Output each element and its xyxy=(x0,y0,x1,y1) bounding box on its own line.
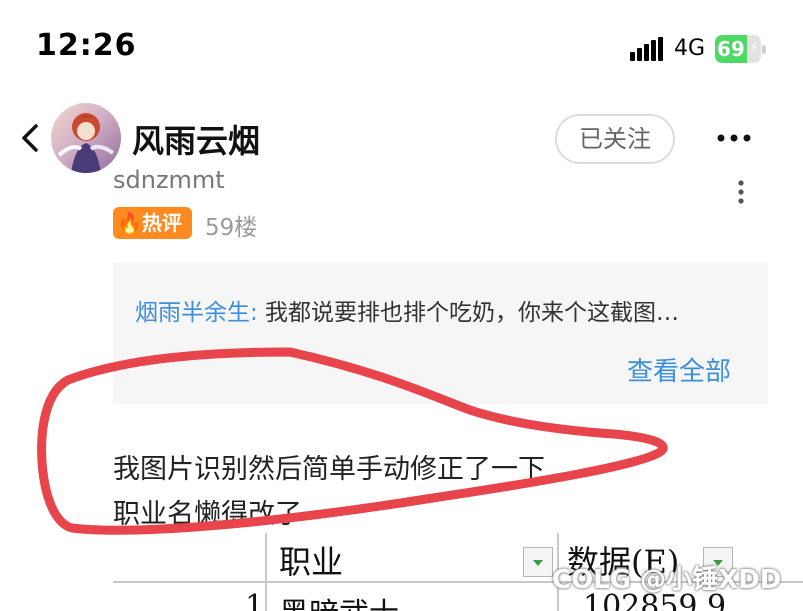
battery-charging-icon: 69 ⚡ xyxy=(715,35,767,63)
sheet-header-job: 职业 xyxy=(279,543,344,581)
dropdown-filter-icon xyxy=(523,547,553,577)
more-vertical-icon[interactable] xyxy=(732,180,750,204)
flame-icon: 🔥 xyxy=(117,211,142,235)
cellular-signal-icon xyxy=(630,37,663,61)
sheet-row-job: 黑暗武士 xyxy=(279,589,399,611)
quoted-reply[interactable]: 烟雨半余生: 我都说要排也排个吃奶，你来个这截图… 查看全部 xyxy=(113,263,768,404)
battery-percent: 69 xyxy=(717,37,745,61)
avatar[interactable] xyxy=(51,103,121,173)
chevron-left-icon[interactable] xyxy=(14,118,48,158)
watermark: COLG @小锤XDD xyxy=(552,565,782,595)
comment-body-line-1: 我图片识别然后简单手动修正了一下 xyxy=(113,454,545,485)
battery-cap xyxy=(762,45,766,54)
more-horizontal-icon[interactable] xyxy=(716,126,752,150)
status-bar: 12:26 4G 69 ⚡ xyxy=(0,0,803,96)
bolt-icon: ⚡ xyxy=(749,40,759,56)
network-type: 4G xyxy=(674,36,706,61)
view-all-link[interactable]: 查看全部 xyxy=(627,351,731,388)
sheet-grid-line xyxy=(265,533,267,611)
hot-badge-label: 热评 xyxy=(141,211,182,235)
user-name[interactable]: 风雨云烟 xyxy=(132,116,260,162)
quoted-reply-line: 烟雨半余生: 我都说要排也排个吃奶，你来个这截图… xyxy=(135,293,755,327)
status-time: 12:26 xyxy=(36,28,137,63)
comment-body-line-2: 职业名懒得改了 xyxy=(113,499,302,530)
floor-number: 59楼 xyxy=(205,215,258,241)
comment-body: 我图片识别然后简单手动修正了一下 职业名懒得改了 xyxy=(113,447,545,537)
hot-comment-badge: 🔥热评 xyxy=(113,207,192,239)
sheet-row-index: 1 xyxy=(245,589,265,611)
quote-text: 我都说要排也排个吃奶，你来个这截图… xyxy=(257,300,680,326)
quote-author[interactable]: 烟雨半余生: xyxy=(135,300,258,326)
commenter-name-clipped[interactable]: sdnzmmt xyxy=(113,168,225,194)
avatar-illustration xyxy=(57,113,115,173)
follow-button[interactable]: 已关注 xyxy=(555,114,675,164)
